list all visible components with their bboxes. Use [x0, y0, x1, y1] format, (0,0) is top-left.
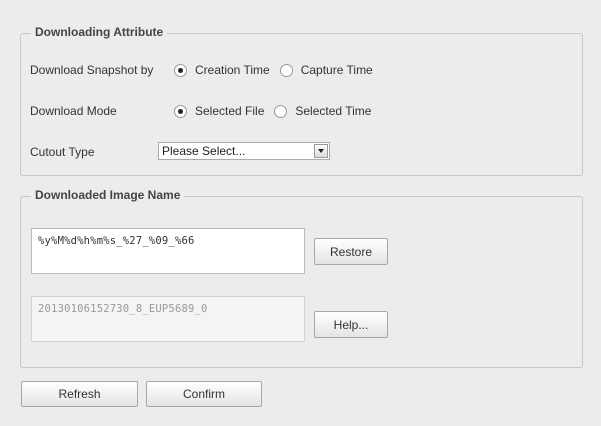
- selected-time-option-label[interactable]: Selected Time: [295, 104, 371, 118]
- selected-file-option-label[interactable]: Selected File: [195, 104, 264, 118]
- downloaded-image-name-group: Downloaded Image Name: [20, 188, 583, 368]
- help-button[interactable]: Help...: [314, 311, 388, 338]
- selected-file-radio[interactable]: [174, 104, 187, 118]
- cutout-type-row: Cutout Type: [30, 142, 170, 162]
- snapshot-label: Download Snapshot by: [30, 63, 154, 77]
- creation-time-option-label[interactable]: Creation Time: [195, 63, 270, 77]
- selected-time-radio[interactable]: [274, 104, 288, 118]
- restore-button[interactable]: Restore: [314, 238, 388, 265]
- image-name-pattern-input[interactable]: %y%M%d%h%m%s_%27_%09_%66: [31, 228, 305, 274]
- cutout-type-label: Cutout Type: [30, 145, 95, 159]
- refresh-button[interactable]: Refresh: [21, 381, 138, 407]
- chevron-down-icon[interactable]: [314, 144, 328, 158]
- capture-time-option-label[interactable]: Capture Time: [301, 63, 373, 77]
- downloading-attribute-legend: Downloading Attribute: [31, 25, 168, 39]
- creation-time-radio[interactable]: [174, 63, 187, 77]
- cutout-type-value: Please Select...: [162, 144, 246, 158]
- image-name-preview-field: 20130106152730_8_EUP5689_0: [31, 296, 305, 342]
- confirm-button[interactable]: Confirm: [146, 381, 262, 407]
- downloaded-image-name-legend: Downloaded Image Name: [31, 188, 185, 202]
- download-mode-label: Download Mode: [30, 104, 117, 118]
- download-mode-row: Download Mode Selected File Selected Tim…: [30, 101, 377, 121]
- snapshot-row: Download Snapshot by Creation Time Captu…: [30, 60, 379, 80]
- cutout-type-select[interactable]: Please Select...: [158, 142, 330, 160]
- capture-time-radio[interactable]: [279, 63, 293, 77]
